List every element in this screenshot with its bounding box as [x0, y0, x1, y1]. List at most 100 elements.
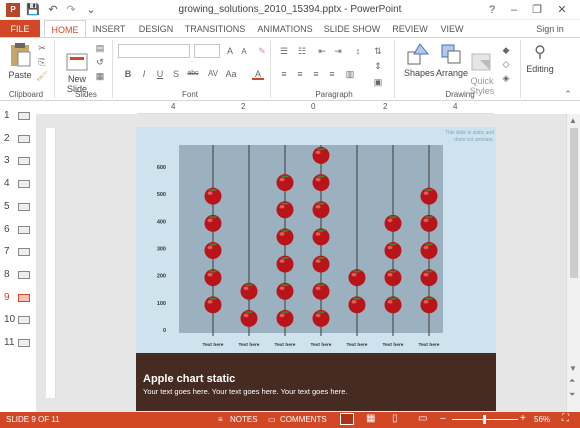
zoom-level[interactable]: 56% [534, 415, 550, 424]
bullets-icon[interactable]: ☰ [278, 45, 290, 57]
font-size-combo[interactable] [194, 44, 220, 58]
tab-view[interactable]: VIEW [436, 20, 468, 38]
notes-button[interactable]: NOTES [230, 415, 258, 424]
slide-thumbnail-1[interactable]: 1 [2, 110, 32, 122]
tab-file[interactable]: FILE [0, 20, 40, 38]
tab-slide-show[interactable]: SLIDE SHOW [322, 20, 382, 38]
apple-highlight [207, 245, 213, 250]
change-case-button[interactable]: Aa [224, 68, 238, 80]
help-button[interactable]: ? [482, 2, 502, 18]
x-tick-label: Text here [311, 342, 332, 348]
zoom-in-button[interactable]: + [520, 413, 526, 424]
scroll-thumb[interactable] [570, 128, 578, 278]
justify-icon[interactable]: ≡ [326, 68, 338, 80]
format-painter-icon[interactable]: 🖌 [36, 70, 48, 82]
slide-thumbnail-11[interactable]: 11 [2, 337, 32, 349]
slide-thumbnail-8[interactable]: 8 [2, 269, 32, 281]
divider [394, 40, 395, 98]
align-text-icon[interactable]: ⇕ [372, 60, 384, 72]
previous-slide-icon[interactable]: ⏶ [569, 376, 575, 386]
zoom-slider-thumb[interactable] [483, 415, 486, 424]
vertical-scrollbar[interactable]: ▲ ▼ ⏶ ⏷ [566, 114, 580, 412]
apple-highlight [279, 204, 285, 209]
text-direction-icon[interactable]: ⇅ [372, 45, 384, 57]
close-button[interactable]: ✕ [552, 2, 572, 18]
font-grow-icon[interactable]: A [224, 45, 236, 57]
underline-button[interactable]: U [154, 68, 166, 80]
tab-transitions[interactable]: TRANSITIONS [182, 20, 248, 38]
align-left-icon[interactable]: ≡ [278, 68, 290, 80]
slide-thumbnail-9[interactable]: 9 [2, 292, 32, 304]
comments-icon[interactable]: ▭ [268, 415, 276, 424]
shape-effects-icon[interactable]: ◈ [500, 72, 512, 84]
notes-icon[interactable]: ≡ [218, 415, 223, 424]
smartart-icon[interactable]: ▣ [372, 76, 384, 88]
normal-view-icon[interactable] [340, 413, 354, 425]
increase-indent-icon[interactable]: ⇥ [332, 45, 344, 57]
slide-show-icon[interactable]: ▭ [418, 413, 427, 424]
bold-button[interactable]: B [122, 68, 134, 80]
apple-highlight [207, 218, 213, 223]
slide-preview [18, 134, 30, 143]
section-icon[interactable]: ▦ [94, 70, 106, 82]
next-slide-icon[interactable]: ⏷ [569, 390, 575, 400]
title-band: Apple chart static Your text goes here. … [136, 353, 496, 411]
copy-icon[interactable]: ⎘ [36, 56, 48, 68]
slide-thumbnail-3[interactable]: 3 [2, 155, 32, 167]
slide-thumbnail-2[interactable]: 2 [2, 133, 32, 145]
zoom-out-button[interactable]: – [440, 413, 446, 424]
comments-button[interactable]: COMMENTS [280, 415, 327, 424]
shape-outline-icon[interactable]: ◇ [500, 58, 512, 70]
x-tick-label: Text here [203, 342, 224, 348]
scroll-up-icon[interactable]: ▲ [569, 116, 577, 125]
arrange-button[interactable]: Arrange [436, 42, 468, 78]
slide-thumbnail-5[interactable]: 5 [2, 201, 32, 213]
align-right-icon[interactable]: ≡ [310, 68, 322, 80]
sign-in-link[interactable]: Sign in [530, 20, 570, 38]
minimize-button[interactable]: – [504, 2, 524, 18]
shapes-button[interactable]: Shapes [404, 42, 435, 78]
font-color-button[interactable]: A [252, 68, 264, 80]
numbering-icon[interactable]: ☷ [296, 45, 308, 57]
italic-button[interactable]: I [138, 68, 150, 80]
char-spacing-button[interactable]: AV [206, 68, 220, 80]
apple-highlight [279, 177, 285, 182]
ruler-number: 4 [171, 102, 176, 111]
line-spacing-icon[interactable]: ↕ [352, 45, 364, 57]
new-slide-button[interactable]: New Slide [62, 42, 92, 94]
reset-icon[interactable]: ↺ [94, 56, 106, 68]
layout-icon[interactable]: ▤ [94, 42, 106, 54]
slide-thumbnail-7[interactable]: 7 [2, 246, 32, 258]
scroll-down-icon[interactable]: ▼ [569, 364, 577, 373]
slide-thumbnail-10[interactable]: 10 [2, 314, 32, 326]
reading-view-icon[interactable]: ▯ [392, 413, 398, 424]
clear-formatting-icon[interactable]: ✎ [256, 45, 268, 57]
tab-animations[interactable]: ANIMATIONS [254, 20, 316, 38]
fit-to-window-icon[interactable]: ⛶ [562, 413, 569, 424]
strikethrough-button[interactable]: abc [184, 68, 202, 80]
clipboard-icon [11, 43, 31, 67]
tab-insert[interactable]: INSERT [88, 20, 130, 38]
tab-review[interactable]: REVIEW [390, 20, 430, 38]
slide-sorter-icon[interactable]: ▦ [366, 413, 375, 424]
font-name-combo[interactable] [118, 44, 190, 58]
apple-highlight [315, 150, 321, 155]
align-center-icon[interactable]: ≡ [294, 68, 306, 80]
paste-button[interactable]: Paste [6, 42, 34, 86]
ruler-number: 2 [241, 102, 246, 111]
decrease-indent-icon[interactable]: ⇤ [316, 45, 328, 57]
restore-button[interactable]: ❐ [527, 2, 547, 18]
font-shrink-icon[interactable]: A [238, 46, 250, 58]
collapse-ribbon-icon[interactable]: ⌃ [562, 88, 574, 100]
slide-thumbnail-6[interactable]: 6 [2, 224, 32, 236]
apple-chart: 600 500 400 300 200 100 0 Text here Text here Tex… [157, 145, 440, 348]
tab-home[interactable]: HOME [44, 20, 86, 38]
shape-fill-icon[interactable]: ◆ [500, 44, 512, 56]
cut-icon[interactable]: ✂ [36, 42, 48, 54]
columns-icon[interactable]: ▥ [344, 68, 356, 80]
tab-design[interactable]: DESIGN [134, 20, 178, 38]
y-tick-label: 600 [157, 165, 166, 171]
shadow-button[interactable]: S [170, 68, 182, 80]
editing-button[interactable]: ⚲ Editing [526, 42, 554, 74]
slide-thumbnail-4[interactable]: 4 [2, 178, 32, 190]
